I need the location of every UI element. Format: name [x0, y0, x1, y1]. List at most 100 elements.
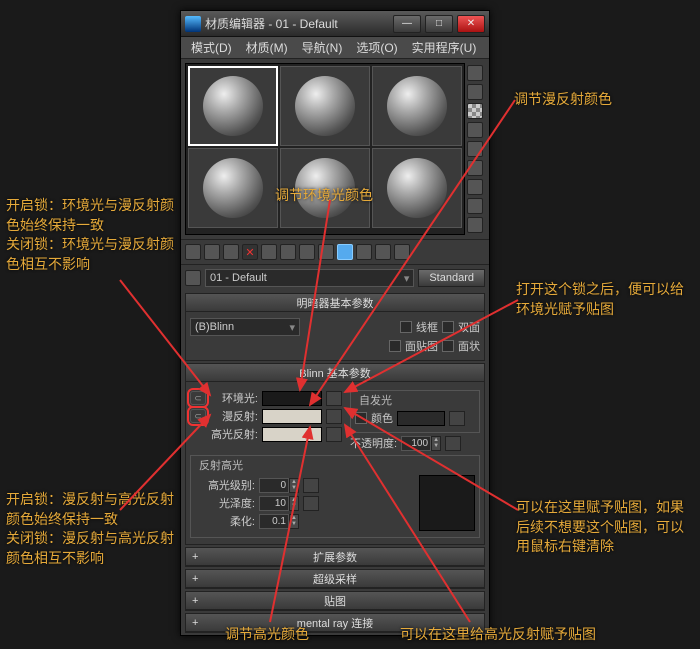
go-to-parent-icon[interactable] — [375, 244, 391, 260]
get-material-icon[interactable] — [185, 244, 201, 260]
wire-label: 线框 — [416, 319, 438, 335]
material-name-dropdown[interactable]: 01 - Default — [205, 269, 414, 287]
make-copy-icon[interactable] — [261, 244, 277, 260]
sample-uv-tiling-icon[interactable] — [467, 122, 483, 138]
specular-label: 高光反射: — [210, 426, 258, 442]
sample-slot-1[interactable] — [188, 66, 278, 146]
assign-to-selection-icon[interactable] — [223, 244, 239, 260]
options-icon[interactable] — [467, 179, 483, 195]
show-end-result-icon[interactable] — [356, 244, 372, 260]
annotation-lock2: 开启锁：漫反射与高光反射颜色始终保持一致 关闭锁：漫反射与高光反射颜色相互不影响 — [6, 490, 176, 568]
opacity-label: 不透明度: — [350, 435, 397, 451]
material-editor-window: 材质编辑器 - 01 - Default — □ ✕ 模式(D) 材质(M) 导… — [180, 10, 490, 636]
annotation-specular-color: 调节高光颜色 — [225, 625, 309, 645]
spec-level-label: 高光级别: — [195, 477, 255, 493]
sample-slots-area — [181, 59, 489, 239]
sample-slot-6[interactable] — [372, 148, 462, 228]
rollup-header-shader[interactable]: 明暗器基本参数 — [186, 294, 484, 312]
self-illum-map-button[interactable] — [449, 411, 465, 426]
material-id-icon[interactable] — [318, 244, 334, 260]
shader-dropdown[interactable]: (B)Blinn — [190, 318, 300, 336]
specular-preview — [419, 475, 475, 531]
menubar: 模式(D) 材质(M) 导航(N) 选项(O) 实用程序(U) — [181, 37, 489, 59]
material-map-navigator-icon[interactable] — [467, 217, 483, 233]
facemap-checkbox[interactable] — [389, 340, 401, 352]
menu-utilities[interactable]: 实用程序(U) — [406, 37, 483, 58]
sample-side-tools — [465, 63, 485, 235]
rollup-blinn-basic: Blinn 基本参数 ⊂ 环境光: ⊂ 漫反射: — [185, 363, 485, 545]
close-button[interactable]: ✕ — [457, 15, 485, 33]
rollup-extended[interactable]: +扩展参数 — [185, 547, 485, 567]
toolbar: ✕ — [181, 239, 489, 265]
glossiness-map-button[interactable] — [303, 496, 319, 511]
annotation-map-clear: 可以在这里赋予贴图，如果后续不想要这个贴图，可以用鼠标右键清除 — [516, 498, 691, 557]
specular-map-button[interactable] — [326, 427, 342, 442]
put-to-library-icon[interactable] — [299, 244, 315, 260]
glossiness-spinner[interactable]: ▲▼ — [259, 496, 299, 511]
background-icon[interactable] — [467, 103, 483, 119]
put-to-scene-icon[interactable] — [204, 244, 220, 260]
app-icon — [185, 16, 201, 32]
menu-navigate[interactable]: 导航(N) — [296, 37, 349, 58]
soften-spinner[interactable]: ▲▼ — [259, 514, 299, 529]
make-unique-icon[interactable] — [280, 244, 296, 260]
sample-slot-3[interactable] — [372, 66, 462, 146]
pick-material-icon[interactable] — [185, 270, 201, 286]
rollup-header-blinn[interactable]: Blinn 基本参数 — [186, 364, 484, 382]
material-name-bar: 01 - Default Standard — [181, 265, 489, 291]
diffuse-color-swatch[interactable] — [262, 409, 322, 424]
make-preview-icon[interactable] — [467, 160, 483, 176]
spec-level-spinner[interactable]: ▲▼ — [259, 478, 299, 493]
opacity-map-button[interactable] — [445, 436, 461, 451]
sample-type-icon[interactable] — [467, 65, 483, 81]
minimize-button[interactable]: — — [393, 15, 421, 33]
menu-options[interactable]: 选项(O) — [350, 37, 403, 58]
sample-slot-grid — [185, 63, 465, 235]
video-color-check-icon[interactable] — [467, 141, 483, 157]
glossiness-label: 光泽度: — [195, 495, 255, 511]
annotation-ambient-map: 打开这个锁之后，便可以给环境光赋予贴图 — [516, 280, 686, 319]
go-forward-icon[interactable] — [394, 244, 410, 260]
specular-highlights-group: 反射高光 高光级别:▲▼ 光泽度:▲▼ 柔化:▲▼ — [190, 455, 480, 538]
self-illum-color-checkbox[interactable] — [355, 412, 367, 424]
2sided-label: 双面 — [458, 319, 480, 335]
rollup-maps[interactable]: +贴图 — [185, 591, 485, 611]
opacity-spinner[interactable]: ▲▼ — [401, 436, 441, 451]
facemap-label: 面贴图 — [405, 338, 438, 354]
ambient-label: 环境光: — [210, 390, 258, 406]
self-illum-swatch[interactable] — [397, 411, 445, 426]
ambient-map-lock[interactable] — [326, 391, 342, 406]
annotation-ambient-inline: 调节环境光颜色 — [275, 186, 373, 206]
ambient-color-swatch[interactable] — [262, 391, 322, 406]
sample-slot-2[interactable] — [280, 66, 370, 146]
self-illum-color-label: 颜色 — [371, 410, 393, 426]
material-type-button[interactable]: Standard — [418, 269, 485, 287]
annotation-diffuse: 调节漫反射颜色 — [514, 90, 612, 110]
soften-label: 柔化: — [195, 513, 255, 529]
diffuse-label: 漫反射: — [210, 408, 258, 424]
diffuse-map-button[interactable] — [326, 409, 342, 424]
show-map-in-viewport-icon[interactable] — [337, 244, 353, 260]
rollup-supersampling[interactable]: +超级采样 — [185, 569, 485, 589]
self-illum-group: 自发光 颜色 — [350, 390, 480, 433]
ambient-diffuse-lock[interactable]: ⊂ — [190, 391, 206, 405]
faceted-label: 面状 — [458, 338, 480, 354]
spec-level-map-button[interactable] — [303, 478, 319, 493]
faceted-checkbox[interactable] — [442, 340, 454, 352]
select-by-material-icon[interactable] — [467, 198, 483, 214]
window-title: 材质编辑器 - 01 - Default — [205, 15, 389, 32]
annotation-lock1: 开启锁：环境光与漫反射颜色始终保持一致 关闭锁：环境光与漫反射颜色相互不影响 — [6, 196, 176, 274]
annotation-specular-map: 可以在这里给高光反射赋予贴图 — [400, 625, 596, 645]
rollup-shader-basic: 明暗器基本参数 (B)Blinn 线框 双面 面贴图 面状 — [185, 293, 485, 361]
diffuse-specular-lock[interactable]: ⊂ — [190, 409, 206, 423]
sample-slot-4[interactable] — [188, 148, 278, 228]
wire-checkbox[interactable] — [400, 321, 412, 333]
maximize-button[interactable]: □ — [425, 15, 453, 33]
titlebar[interactable]: 材质编辑器 - 01 - Default — □ ✕ — [181, 11, 489, 37]
menu-material[interactable]: 材质(M) — [240, 37, 294, 58]
backlight-icon[interactable] — [467, 84, 483, 100]
menu-mode[interactable]: 模式(D) — [185, 37, 238, 58]
reset-map-icon[interactable]: ✕ — [242, 244, 258, 260]
2sided-checkbox[interactable] — [442, 321, 454, 333]
specular-color-swatch[interactable] — [262, 427, 322, 442]
